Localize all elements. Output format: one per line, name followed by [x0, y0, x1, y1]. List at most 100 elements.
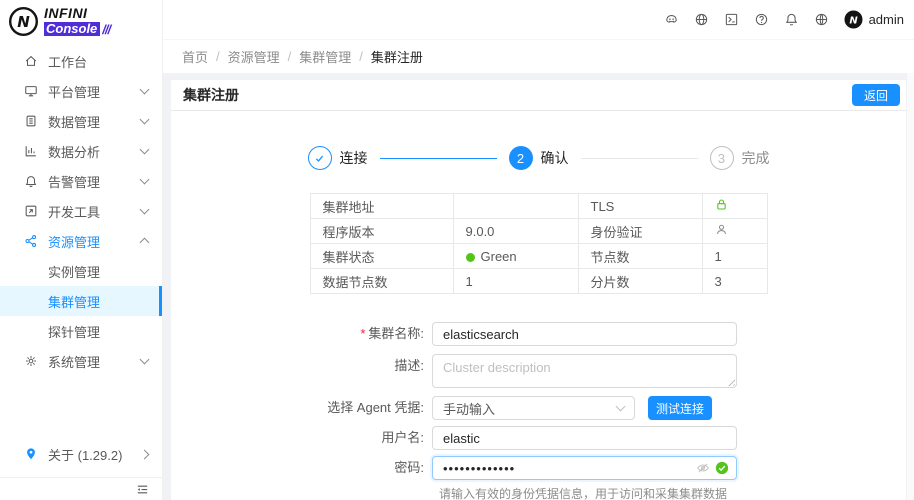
username-row: 用户名:: [171, 426, 906, 450]
check-circle-icon: [715, 461, 729, 475]
username-label: 用户名:: [171, 426, 432, 450]
chevron-down-icon: [140, 145, 150, 155]
sidebar: N INFINI Console /// 工作台: [0, 0, 163, 500]
scrollbar[interactable]: [907, 73, 914, 500]
username: admin: [869, 12, 904, 27]
svg-text:N: N: [17, 13, 30, 31]
password-label: 密码:: [171, 456, 432, 480]
password-row: 密码:: [171, 456, 906, 480]
card-body: 连接 2 确认 3 完成: [171, 111, 906, 500]
test-connection-button[interactable]: 测试连接: [648, 396, 712, 420]
cluster-register-card: 集群注册 返回 连接 2 确认: [171, 80, 906, 500]
content-area: 集群注册 返回 连接 2 确认: [163, 73, 914, 500]
agent-credential-label: 选择 Agent 凭据:: [171, 396, 432, 420]
logo-slashes: ///: [102, 23, 110, 36]
devtools-icon: [24, 204, 38, 218]
username-input[interactable]: [432, 426, 737, 450]
analysis-icon: [24, 144, 38, 158]
about-label: 关于 (1.29.2): [48, 445, 141, 464]
chevron-down-icon: [140, 205, 150, 215]
app-window: N INFINI Console /// 工作台: [0, 0, 914, 500]
top-bar: N admin: [163, 0, 914, 40]
password-input[interactable]: [432, 456, 737, 480]
tls-cell: [702, 194, 767, 219]
logo-text: INFINI Console ///: [44, 6, 110, 36]
console-window-icon[interactable]: [724, 12, 739, 27]
logo-name: INFINI: [44, 6, 110, 20]
alert-icon: [24, 174, 38, 188]
breadcrumb-clusters[interactable]: 集群管理: [299, 47, 351, 66]
auth-cell: [702, 219, 767, 244]
required-mark: *: [360, 326, 365, 341]
card-header: 集群注册 返回: [171, 80, 906, 111]
cluster-name-input[interactable]: [432, 322, 737, 346]
cluster-name-row: *集群名称:: [171, 322, 906, 346]
home-icon: [24, 54, 38, 68]
step-connector-todo: [581, 158, 698, 159]
cluster-health-cell: Green: [453, 244, 578, 269]
breadcrumb-separator: /: [359, 49, 363, 64]
breadcrumb-home[interactable]: 首页: [182, 47, 208, 66]
sidebar-item-alerting[interactable]: 告警管理: [0, 166, 162, 196]
collapse-menu-icon[interactable]: [135, 482, 150, 497]
description-label: 描述:: [171, 354, 432, 378]
version-pin-icon: [24, 447, 38, 461]
sidebar-menu: 工作台 平台管理 数据管理 数据分析: [0, 42, 162, 439]
chevron-down-icon: [140, 115, 150, 125]
credential-hint: 请输入有效的身份凭据信息，用于访问和采集集群数据: [439, 485, 906, 500]
svg-text:N: N: [849, 16, 858, 27]
bell-icon[interactable]: [784, 12, 799, 27]
cluster-form: *集群名称: 描述: 选择 Agent 凭据:: [171, 322, 906, 500]
language-icon[interactable]: [814, 12, 829, 27]
agent-credential-select[interactable]: 手动输入: [432, 396, 635, 420]
steps-indicator: 连接 2 确认 3 完成: [308, 146, 770, 170]
sidebar-item-instances[interactable]: 实例管理: [0, 256, 162, 286]
step-connector-done: [380, 158, 497, 159]
avatar: N: [844, 10, 863, 29]
sidebar-item-resources[interactable]: 资源管理: [0, 226, 162, 256]
sidebar-item-workbench[interactable]: 工作台: [0, 46, 162, 76]
table-row: 数据节点数 1 分片数 3: [310, 269, 767, 294]
chevron-down-icon: [140, 355, 150, 365]
user-icon: [715, 223, 728, 236]
table-row: 集群状态 Green 节点数 1: [310, 244, 767, 269]
sidebar-item-clusters[interactable]: 集群管理: [0, 286, 162, 316]
chevron-down-icon: [140, 175, 150, 185]
agent-credential-row: 选择 Agent 凭据: 手动输入 测试连接: [171, 396, 906, 420]
breadcrumb-resources[interactable]: 资源管理: [228, 47, 280, 66]
description-row: 描述:: [171, 354, 906, 388]
cluster-name-label: *集群名称:: [171, 322, 432, 346]
table-row: 集群地址 TLS: [310, 194, 767, 219]
chevron-down-icon: [616, 402, 626, 412]
sidebar-item-devtools[interactable]: 开发工具: [0, 196, 162, 226]
sidebar-item-analysis[interactable]: 数据分析: [0, 136, 162, 166]
chevron-down-icon: [140, 85, 150, 95]
breadcrumb-separator: /: [288, 49, 292, 64]
logo-product: Console: [44, 22, 100, 36]
user-menu[interactable]: N admin: [844, 10, 904, 29]
back-button[interactable]: 返回: [852, 84, 900, 106]
data-icon: [24, 114, 38, 128]
platform-icon: [24, 84, 38, 98]
health-status: Green: [481, 249, 517, 264]
check-icon: [308, 146, 332, 170]
table-row: 程序版本 9.0.0 身份验证: [310, 219, 767, 244]
eye-invisible-icon[interactable]: [696, 461, 710, 475]
sidebar-item-data[interactable]: 数据管理: [0, 106, 162, 136]
discord-icon[interactable]: [664, 12, 679, 27]
breadcrumb-separator: /: [216, 49, 220, 64]
breadcrumb: 首页 / 资源管理 / 集群管理 / 集群注册: [163, 40, 914, 73]
app-logo[interactable]: N INFINI Console ///: [0, 0, 162, 42]
chevron-right-icon: [140, 449, 150, 459]
globe-icon[interactable]: [694, 12, 709, 27]
sidebar-item-system[interactable]: 系统管理: [0, 346, 162, 376]
sidebar-item-about[interactable]: 关于 (1.29.2): [0, 439, 162, 469]
page-title: 集群注册: [183, 85, 239, 105]
select-value: 手动输入: [443, 399, 495, 418]
help-icon[interactable]: [754, 12, 769, 27]
sidebar-item-probes[interactable]: 探针管理: [0, 316, 162, 346]
description-textarea[interactable]: [432, 354, 737, 388]
sidebar-item-platform[interactable]: 平台管理: [0, 76, 162, 106]
chevron-up-icon: [140, 238, 150, 248]
lock-icon: [715, 198, 728, 211]
